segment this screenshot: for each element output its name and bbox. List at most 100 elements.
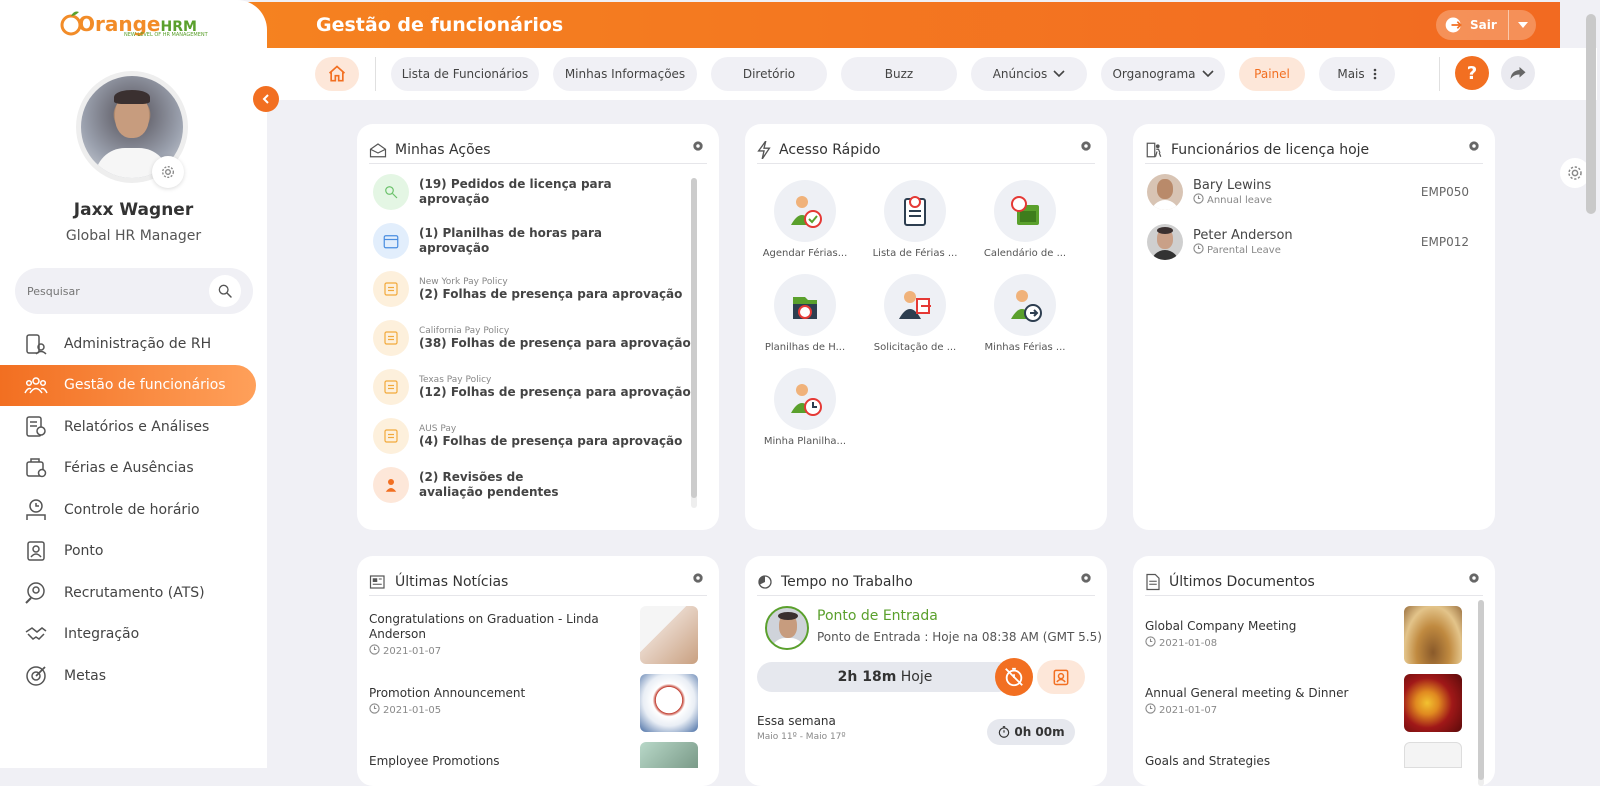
action-item[interactable]: New York Pay Policy (2) Folhas de presenç… bbox=[373, 271, 682, 307]
timesheet-icon bbox=[373, 271, 409, 307]
onboarding-icon bbox=[25, 627, 47, 641]
quick-access-label: Agendar Férias... bbox=[762, 248, 848, 259]
action-item[interactable]: AUS Pay (4) Folhas de presença para aprov… bbox=[373, 418, 682, 454]
tab-dashboard[interactable]: Painel bbox=[1239, 57, 1305, 91]
news-thumbnail[interactable] bbox=[640, 742, 698, 768]
widget-settings-button[interactable] bbox=[1467, 570, 1481, 589]
quick-access-item[interactable]: Minhas Férias ... bbox=[975, 274, 1075, 353]
tab-employee-list[interactable]: Lista de Funcionários bbox=[391, 57, 539, 91]
action-item[interactable]: (2) Revisões de avaliação pendentes bbox=[373, 467, 589, 503]
widget-title: Últimas Notícias bbox=[395, 573, 509, 590]
sidebar-collapse-button[interactable] bbox=[253, 86, 279, 112]
page-title: Gestão de funcionários bbox=[316, 14, 564, 36]
document-thumbnail[interactable] bbox=[1404, 606, 1462, 664]
attendance-button[interactable] bbox=[1037, 660, 1085, 694]
sidebar-item-hr-admin[interactable]: Administração de RH bbox=[0, 323, 267, 365]
sidebar-item-label: Férias e Ausências bbox=[64, 460, 194, 477]
action-text: (19) Pedidos de licença para aprovação bbox=[419, 177, 612, 206]
page-scrollbar[interactable] bbox=[1586, 14, 1596, 214]
news-title: Promotion Announcement bbox=[369, 686, 526, 700]
orangehrm-logo[interactable]: Orange HRM NEW LEVEL OF HR MANAGEMENT bbox=[60, 10, 208, 38]
document-thumbnail[interactable] bbox=[1404, 742, 1462, 768]
action-item[interactable]: Texas Pay Policy (12) Folhas de presença … bbox=[373, 369, 691, 405]
share-icon bbox=[1510, 67, 1526, 79]
sidebar-item-leave[interactable]: Férias e Ausências bbox=[0, 448, 267, 490]
tab-label: Organograma bbox=[1112, 67, 1196, 81]
on-leave-item[interactable]: Bary Lewins Annual leave EMP050 bbox=[1147, 174, 1469, 210]
quick-access-item[interactable]: Agendar Férias... bbox=[755, 180, 855, 259]
action-text: (12) Folhas de presença para aprovação bbox=[419, 384, 691, 399]
admin-icon bbox=[26, 334, 47, 355]
search-button[interactable] bbox=[209, 275, 241, 307]
document-title: Global Company Meeting bbox=[1145, 619, 1297, 633]
share-button[interactable] bbox=[1501, 56, 1535, 90]
action-item[interactable]: (19) Pedidos de licença para aprovação bbox=[373, 174, 619, 210]
document-thumbnail[interactable] bbox=[1404, 674, 1462, 732]
tab-announcements[interactable]: Anúncios bbox=[971, 57, 1087, 91]
sidebar-item-recruitment[interactable]: Recrutamento (ATS) bbox=[0, 572, 267, 614]
home-button[interactable] bbox=[315, 57, 359, 91]
logout-icon bbox=[1445, 17, 1462, 33]
tab-directory[interactable]: Diretório bbox=[711, 57, 827, 91]
employee-name: Peter Anderson bbox=[1193, 228, 1293, 243]
employee-id: EMP050 bbox=[1420, 185, 1469, 199]
avatar bbox=[765, 606, 809, 650]
widget-settings-button[interactable] bbox=[691, 138, 705, 157]
logout-button[interactable]: Sair bbox=[1436, 10, 1536, 40]
my-actions-widget: Minhas Ações (19) Pedidos de licença par… bbox=[357, 124, 719, 530]
sidebar-item-onboarding[interactable]: Integração bbox=[0, 614, 267, 656]
quick-access-label: Planilhas de H... bbox=[764, 342, 846, 353]
help-button[interactable]: ? bbox=[1455, 56, 1489, 90]
user-name: Jaxx Wagner bbox=[73, 200, 194, 220]
tab-org-chart[interactable]: Organograma bbox=[1101, 57, 1225, 91]
on-leave-item[interactable]: Peter Anderson Parental Leave EMP012 bbox=[1147, 224, 1469, 260]
quick-access-item[interactable]: Solicitação de ... bbox=[865, 274, 965, 353]
action-item[interactable]: California Pay Policy (38) Folhas de pres… bbox=[373, 320, 691, 356]
sidebar-search bbox=[15, 268, 253, 314]
sidebar-item-goals[interactable]: Metas bbox=[0, 655, 267, 697]
news-thumbnail[interactable] bbox=[640, 606, 698, 664]
leave-icon bbox=[26, 458, 47, 478]
chevron-left-icon bbox=[262, 94, 269, 104]
tab-my-info[interactable]: Minhas Informações bbox=[553, 57, 697, 91]
timesheet-icon bbox=[373, 369, 409, 405]
gear-icon bbox=[1568, 166, 1582, 180]
quick-access-item[interactable]: Minha Planilha... bbox=[755, 368, 855, 447]
widget-settings-button[interactable] bbox=[1079, 138, 1093, 157]
logout-dropdown[interactable] bbox=[1508, 10, 1536, 40]
profile-settings-button[interactable] bbox=[152, 156, 184, 188]
my-leave-icon bbox=[994, 274, 1056, 336]
widget-scrollbar[interactable] bbox=[691, 178, 697, 508]
time-icon bbox=[26, 499, 46, 520]
quick-access-item[interactable]: Planilhas de H... bbox=[755, 274, 855, 353]
latest-documents-widget: Últimos Documentos Global Company Meetin… bbox=[1133, 556, 1495, 786]
quick-access-item[interactable]: Lista de Férias ... bbox=[865, 180, 965, 259]
leave-type-label: Annual leave bbox=[1207, 195, 1273, 206]
quick-access-item[interactable]: Calendário de ... bbox=[975, 180, 1075, 259]
action-text: (38) Folhas de presença para aprovação bbox=[419, 335, 691, 350]
widget-scrollbar[interactable] bbox=[1478, 600, 1484, 786]
action-item[interactable]: (1) Planilhas de horas para aprovação bbox=[373, 223, 619, 259]
action-policy: New York Pay Policy bbox=[419, 276, 508, 287]
search-input[interactable] bbox=[27, 284, 209, 298]
review-icon bbox=[373, 467, 409, 503]
widget-title: Minhas Ações bbox=[395, 141, 491, 158]
widget-settings-button[interactable] bbox=[1467, 138, 1481, 157]
sidebar-item-attendance[interactable]: Ponto bbox=[0, 531, 267, 573]
gear-icon bbox=[1081, 573, 1091, 583]
widget-settings-button[interactable] bbox=[691, 570, 705, 589]
attendance-icon bbox=[27, 541, 45, 561]
sidebar-item-reports[interactable]: Relatórios e Análises bbox=[0, 406, 267, 448]
punch-out-button[interactable] bbox=[995, 658, 1033, 696]
tab-more[interactable]: Mais bbox=[1319, 57, 1395, 91]
news-thumbnail[interactable] bbox=[640, 674, 698, 732]
leave-request-icon bbox=[373, 174, 409, 210]
sidebar-item-employee-management[interactable]: Gestão de funcionários bbox=[0, 364, 256, 406]
widget-settings-button[interactable] bbox=[1079, 570, 1093, 589]
sidebar-item-label: Ponto bbox=[64, 543, 104, 560]
sidebar-item-time[interactable]: Controle de horário bbox=[0, 489, 267, 531]
sidebar-item-label: Metas bbox=[64, 667, 107, 684]
leave-request-icon bbox=[884, 274, 946, 336]
tab-buzz[interactable]: Buzz bbox=[841, 57, 957, 91]
tab-label: Anúncios bbox=[992, 67, 1048, 81]
